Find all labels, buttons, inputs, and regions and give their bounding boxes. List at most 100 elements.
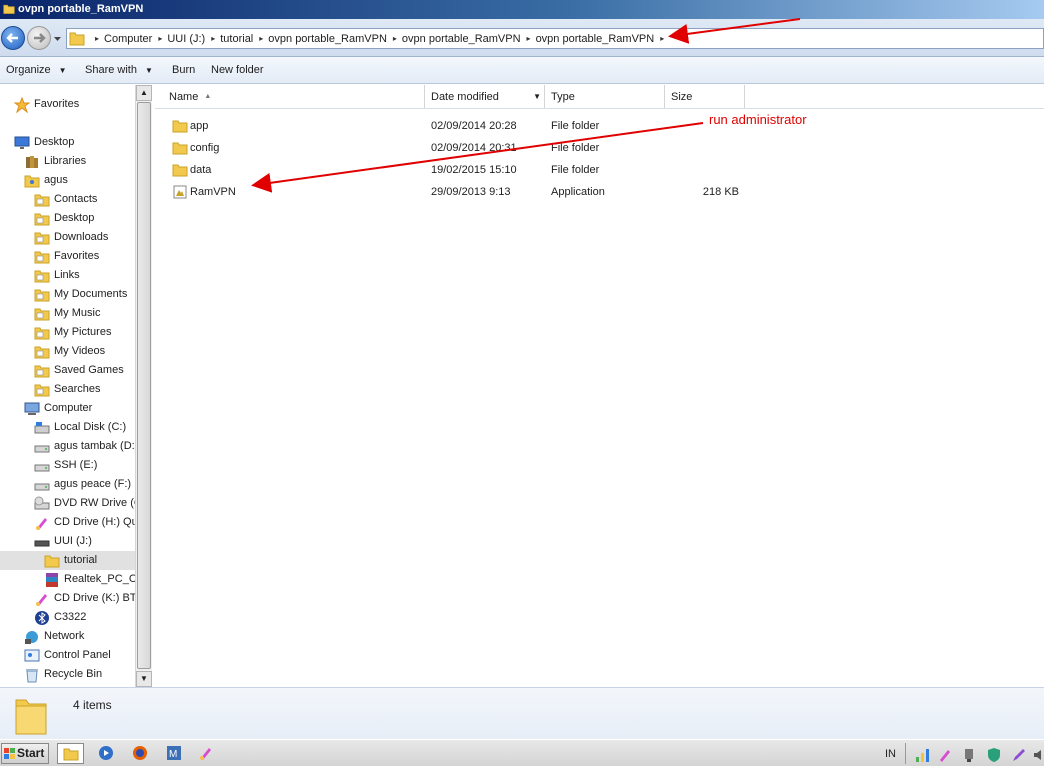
breadcrumb[interactable]: ▸ Computer ▸ UUI (J:) ▸ tutorial ▸ ovpn …: [66, 28, 1044, 49]
taskbar-media-player[interactable]: [93, 743, 120, 764]
usb-device-icon[interactable]: [961, 747, 977, 763]
breadcrumb-separator[interactable]: ▸: [660, 34, 664, 43]
nav-item-label: agus tambak (D:): [54, 440, 139, 452]
nav-item[interactable]: Control Panel: [24, 646, 135, 665]
nav-item[interactable]: Network: [24, 627, 135, 646]
breadcrumb-item[interactable]: UUI (J:): [167, 33, 205, 45]
nav-item[interactable]: agus: [24, 171, 135, 190]
breadcrumb-separator[interactable]: ▸: [158, 34, 162, 43]
burn-button[interactable]: Burn: [172, 64, 195, 76]
nav-item[interactable]: Downloads: [34, 228, 135, 247]
arrow-left-icon: [6, 33, 18, 43]
taskbar-paint[interactable]: [193, 743, 220, 764]
nav-item[interactable]: CD Drive (H:) Qu: [34, 513, 138, 532]
control-panel-icon: [24, 648, 40, 664]
chevron-down-icon[interactable]: ▼: [533, 85, 541, 109]
paint-brush-icon[interactable]: [937, 747, 953, 763]
breadcrumb-separator[interactable]: ▸: [95, 34, 99, 43]
network-signal-icon[interactable]: [915, 747, 931, 763]
nav-item-label: Favorites: [34, 98, 80, 110]
folder-icon: [44, 553, 60, 569]
nav-scrollbar[interactable]: ▲ ▼: [135, 85, 152, 687]
breadcrumb-separator[interactable]: ▸: [211, 34, 215, 43]
navigation-pane: Favorites Desktop Libraries agus Contacts Des…: [0, 85, 152, 687]
nav-item[interactable]: Links: [34, 266, 135, 285]
nav-item[interactable]: My Music: [34, 304, 135, 323]
nav-item[interactable]: Libraries: [24, 152, 135, 171]
nav-item[interactable]: agus tambak (D:): [34, 437, 139, 456]
nav-item[interactable]: Computer: [24, 399, 135, 418]
nav-item[interactable]: My Pictures: [34, 323, 135, 342]
nav-item[interactable]: Desktop: [34, 209, 135, 228]
taskbar-firefox[interactable]: [127, 743, 154, 764]
nav-item[interactable]: Saved Games: [34, 361, 135, 380]
folder-icon: [172, 140, 188, 156]
breadcrumb-separator[interactable]: ▸: [527, 34, 531, 43]
window-title-bar[interactable]: ovpn portable_RamVPN: [0, 0, 1044, 19]
nav-item[interactable]: UUI (J:): [34, 532, 135, 551]
new-folder-button[interactable]: New folder: [211, 64, 264, 76]
nav-item[interactable]: CD Drive (K:) BT: [34, 589, 137, 608]
column-date-modified[interactable]: Date modified ▼: [425, 85, 545, 108]
nav-item[interactable]: Realtek_PC_Ca: [44, 570, 143, 589]
taskbar-app-m[interactable]: M: [161, 743, 188, 764]
back-button[interactable]: [1, 26, 25, 50]
nav-item-label: tutorial: [64, 554, 98, 566]
size-cell: 218 KB: [702, 186, 739, 198]
shield-icon[interactable]: [986, 747, 1002, 763]
column-type[interactable]: Type: [545, 85, 665, 108]
nav-item-label: Local Disk (C:): [54, 421, 127, 433]
organize-button[interactable]: Organize ▼: [6, 64, 67, 76]
nav-item[interactable]: SSH (E:): [34, 456, 135, 475]
window-title: ovpn portable_RamVPN: [18, 3, 144, 15]
start-button[interactable]: Start: [1, 743, 49, 764]
column-name[interactable]: Name ▲: [163, 85, 425, 108]
nav-item[interactable]: C3322: [34, 608, 135, 627]
share-with-button[interactable]: Share with ▼: [85, 64, 153, 76]
drive-icon: [34, 458, 50, 474]
media-player-icon: [99, 746, 113, 760]
breadcrumb-item[interactable]: Computer: [104, 33, 152, 45]
taskbar-explorer[interactable]: [57, 743, 84, 764]
drive-icon: [34, 477, 50, 493]
breadcrumb-separator[interactable]: ▸: [393, 34, 397, 43]
nav-item[interactable]: My Documents: [34, 285, 135, 304]
table-row[interactable]: app 02/09/2014 20:28 File folder: [155, 115, 1044, 137]
breadcrumb-item[interactable]: ovpn portable_RamVPN: [536, 33, 655, 45]
nav-item[interactable]: Favorites: [34, 247, 135, 266]
scroll-thumb[interactable]: [137, 102, 151, 669]
scroll-down-arrow-icon[interactable]: ▼: [136, 671, 152, 687]
recent-pages-dropdown[interactable]: [53, 34, 62, 43]
file-name-cell: RamVPN: [190, 186, 236, 198]
nav-item[interactable]: DVD RW Drive (G:): [34, 494, 149, 513]
user-folder-icon: [24, 173, 40, 189]
column-type-label: Type: [551, 91, 575, 103]
language-indicator[interactable]: IN: [885, 748, 896, 760]
nav-item[interactable]: Recycle Bin: [24, 665, 135, 684]
breadcrumb-item[interactable]: ovpn portable_RamVPN: [268, 33, 387, 45]
app-m-icon: M: [167, 746, 181, 760]
nav-item[interactable]: agus peace (F:): [34, 475, 135, 494]
breadcrumb-separator[interactable]: ▸: [259, 34, 263, 43]
forward-button[interactable]: [27, 26, 51, 50]
nav-item[interactable]: Desktop: [14, 133, 135, 152]
breadcrumb-item[interactable]: ovpn portable_RamVPN: [402, 33, 521, 45]
breadcrumb-item[interactable]: tutorial: [220, 33, 253, 45]
star-icon: [13, 96, 31, 114]
nav-item[interactable]: Contacts: [34, 190, 135, 209]
nav-item[interactable]: Searches: [34, 380, 135, 399]
nav-item[interactable]: Local Disk (C:): [34, 418, 135, 437]
nav-item[interactable]: Favorites: [13, 95, 135, 114]
scroll-up-arrow-icon[interactable]: ▲: [136, 85, 152, 101]
nav-item[interactable]: tutorial: [0, 551, 135, 570]
table-row[interactable]: data 19/02/2015 15:10 File folder: [155, 159, 1044, 181]
nav-item-label: CD Drive (H:) Qu: [54, 516, 138, 528]
nav-item[interactable]: My Videos: [34, 342, 135, 361]
column-size[interactable]: Size: [665, 85, 745, 108]
speaker-icon[interactable]: [1032, 747, 1044, 763]
table-row[interactable]: config 02/09/2014 20:31 File folder: [155, 137, 1044, 159]
arrow-right-icon: [34, 33, 46, 43]
pen-icon[interactable]: [1011, 747, 1027, 763]
date-modified-cell: 02/09/2014 20:31: [431, 142, 517, 154]
table-row[interactable]: RamVPN 29/09/2013 9:13 Application 218 KB: [155, 181, 1044, 203]
